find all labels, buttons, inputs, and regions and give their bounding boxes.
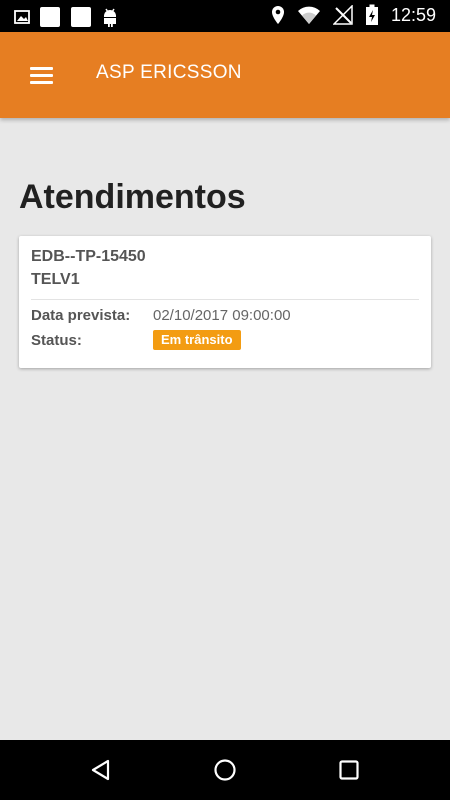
expected-date-value: 02/10/2017 09:00:00 xyxy=(153,307,291,324)
android-debug-icon xyxy=(104,8,116,27)
app-notification-icon-2 xyxy=(71,7,91,27)
app-title: ASP ERICSSON xyxy=(96,62,242,83)
app-notification-icon xyxy=(40,7,60,27)
recents-icon[interactable] xyxy=(334,755,364,785)
location-icon xyxy=(271,6,284,24)
expected-date-label: Data prevista: xyxy=(31,307,131,324)
back-icon[interactable] xyxy=(86,755,116,785)
system-icons: 12:59 xyxy=(271,4,436,26)
status-time: 12:59 xyxy=(390,4,436,25)
atendimento-code-secondary: TELV1 xyxy=(31,271,80,288)
atendimento-card[interactable]: EDB--TP-15450 TELV1 Data prevista: 02/10… xyxy=(19,236,431,368)
app-bar: ASP ERICSSON xyxy=(0,32,450,118)
notification-icons xyxy=(14,6,119,28)
home-icon[interactable] xyxy=(210,755,240,785)
image-notification-icon xyxy=(14,10,30,24)
page-title: Atendimentos xyxy=(19,178,246,216)
signal-icon xyxy=(332,5,353,25)
wifi-icon xyxy=(297,6,320,24)
atendimento-code: EDB--TP-15450 xyxy=(31,248,146,265)
menu-button[interactable] xyxy=(20,57,64,93)
status-badge: Em trânsito xyxy=(153,330,241,350)
battery-charging-icon xyxy=(365,4,378,25)
status-label: Status: xyxy=(31,332,82,349)
navigation-bar xyxy=(0,740,450,800)
status-bar: 12:59 xyxy=(0,0,450,32)
card-divider xyxy=(31,299,419,300)
